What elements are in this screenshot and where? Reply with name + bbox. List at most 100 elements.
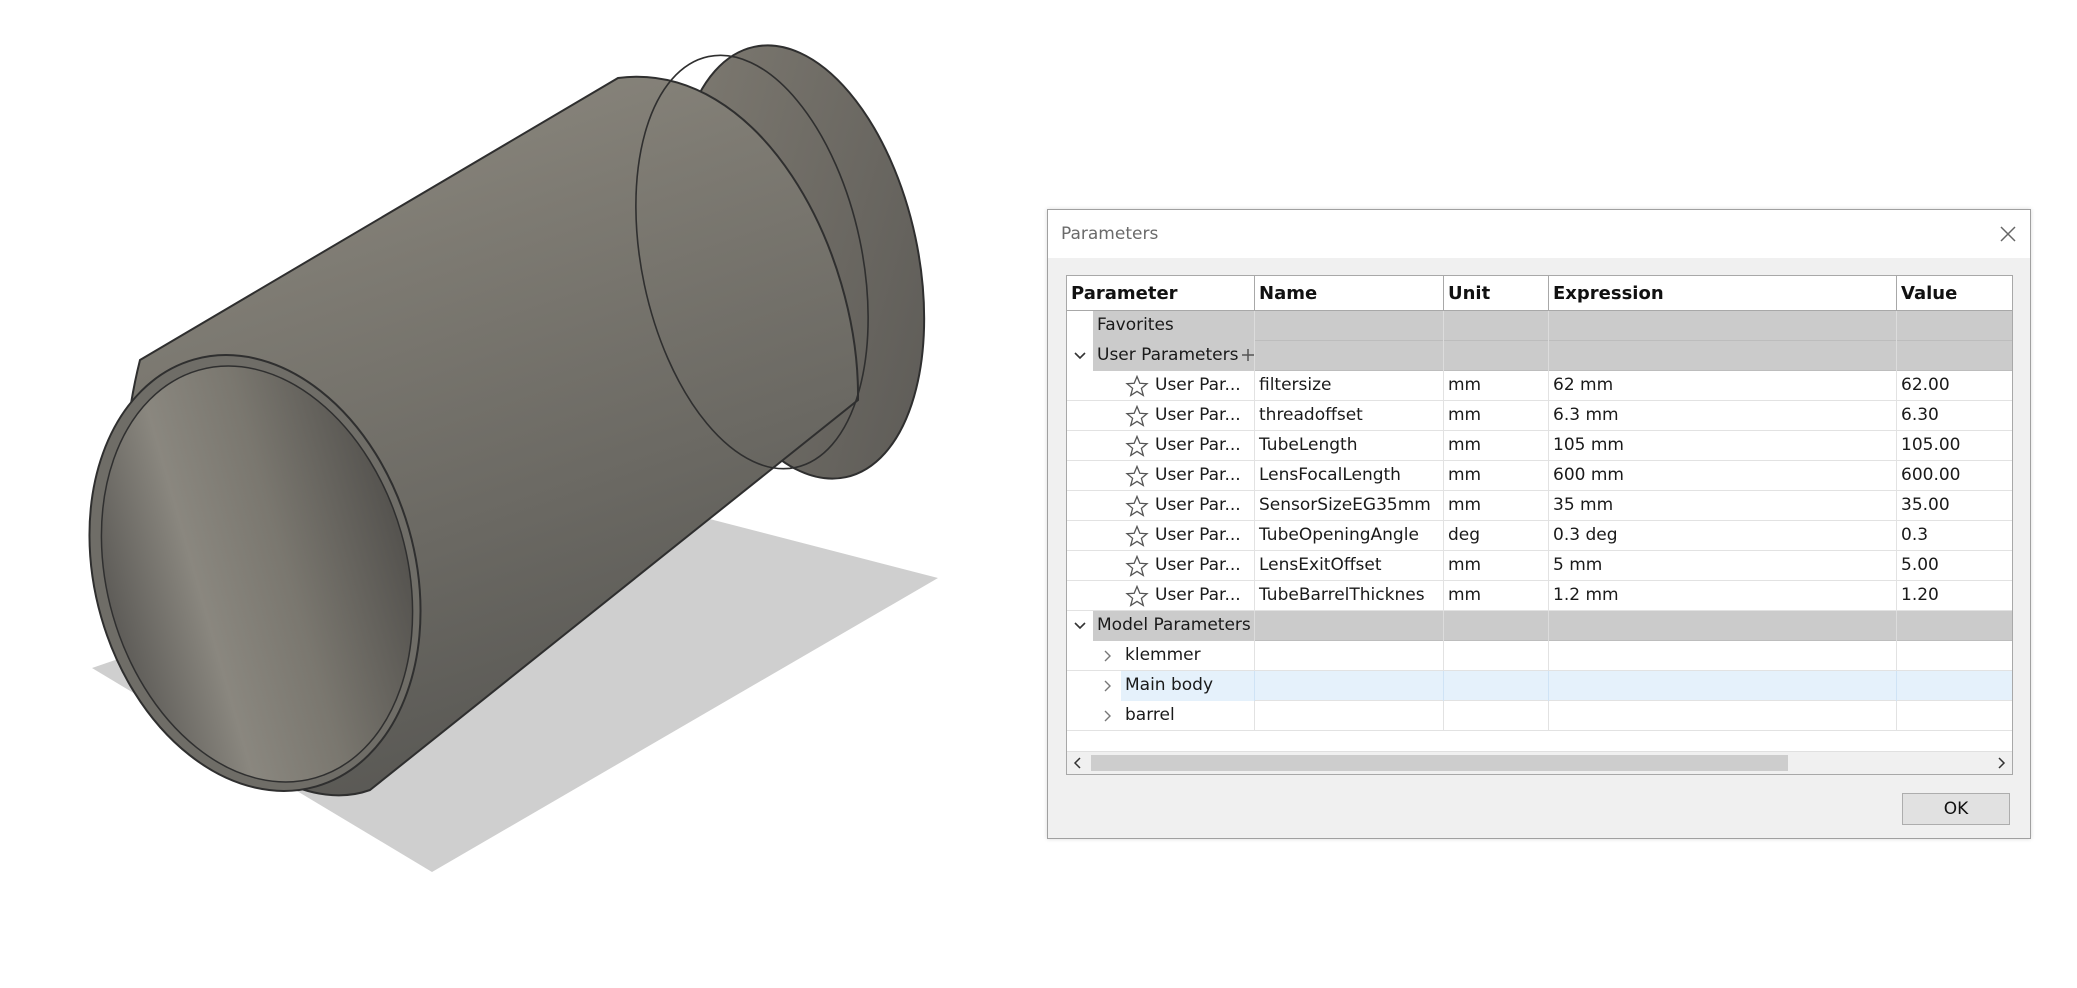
expand-toggle[interactable]	[1097, 701, 1117, 731]
param-expression[interactable]: 6.3 mm	[1549, 401, 1897, 431]
group-user-parameters[interactable]: User Parameters	[1067, 341, 2012, 371]
param-expression[interactable]: 1.2 mm	[1549, 581, 1897, 611]
param-name[interactable]: threadoffset	[1255, 401, 1444, 431]
star-outline-icon[interactable]	[1125, 435, 1149, 457]
param-name[interactable]: SensorSizeEG35mm	[1255, 491, 1444, 521]
param-unit[interactable]: deg	[1444, 521, 1549, 551]
group-favorites[interactable]: Favorites	[1067, 311, 2012, 341]
header-value[interactable]: Value	[1897, 276, 2012, 311]
plus-icon[interactable]	[1240, 347, 1255, 363]
table-row[interactable]: User Par... TubeLength mm 105 mm 105.00	[1067, 431, 2012, 461]
horizontal-scrollbar[interactable]	[1067, 751, 2012, 774]
param-source: User Par...	[1155, 375, 1241, 395]
chevron-right-icon	[1104, 710, 1111, 722]
chevron-right-icon	[1104, 650, 1111, 662]
scroll-left-button[interactable]	[1067, 752, 1089, 774]
table-header: Parameter Name Unit Expression Value	[1067, 276, 2012, 311]
param-value: 600.00	[1901, 465, 1961, 485]
dialog-title: Parameters	[1061, 224, 1159, 244]
param-value: 0.3	[1901, 525, 1929, 545]
header-unit[interactable]: Unit	[1444, 276, 1549, 311]
header-expression[interactable]: Expression	[1549, 276, 1897, 311]
param-value: 105.00	[1901, 435, 1961, 455]
param-source: User Par...	[1155, 465, 1241, 485]
param-expression[interactable]: 0.3 deg	[1549, 521, 1897, 551]
scroll-right-button[interactable]	[1990, 752, 2012, 774]
param-name[interactable]: TubeBarrelThicknes	[1255, 581, 1444, 611]
param-unit[interactable]: mm	[1444, 551, 1549, 581]
param-value: 6.30	[1901, 405, 1939, 425]
param-expression[interactable]: 105 mm	[1549, 431, 1897, 461]
param-value: 35.00	[1901, 495, 1950, 515]
param-name[interactable]: TubeLength	[1255, 431, 1444, 461]
star-outline-icon[interactable]	[1125, 405, 1149, 427]
scrollbar-thumb[interactable]	[1091, 755, 1788, 771]
group-model-parameters[interactable]: Model Parameters	[1067, 611, 2012, 641]
group-user-label: User Parameters	[1097, 345, 1239, 365]
param-source: User Par...	[1155, 585, 1241, 605]
table-row[interactable]: User Par... LensExitOffset mm 5 mm 5.00	[1067, 551, 2012, 581]
param-unit[interactable]: mm	[1444, 461, 1549, 491]
star-outline-icon[interactable]	[1125, 525, 1149, 547]
param-expression[interactable]: 62 mm	[1549, 371, 1897, 401]
param-unit[interactable]: mm	[1444, 581, 1549, 611]
expand-toggle[interactable]	[1097, 671, 1117, 701]
table-row[interactable]: User Par... SensorSizeEG35mm mm 35 mm 35…	[1067, 491, 2012, 521]
header-name[interactable]: Name	[1255, 276, 1444, 311]
chevron-right-icon	[1104, 680, 1111, 692]
chevron-down-icon	[1074, 622, 1086, 630]
param-name[interactable]: filtersize	[1255, 371, 1444, 401]
param-name[interactable]: TubeOpeningAngle	[1255, 521, 1444, 551]
table-row[interactable]: User Par... LensFocalLength mm 600 mm 60…	[1067, 461, 2012, 491]
star-outline-icon[interactable]	[1125, 375, 1149, 397]
model-label: klemmer	[1125, 645, 1201, 665]
param-unit[interactable]: mm	[1444, 431, 1549, 461]
group-model-label: Model Parameters	[1093, 611, 1255, 641]
expand-toggle[interactable]	[1070, 341, 1090, 371]
close-icon	[2000, 226, 2016, 242]
table-row[interactable]: User Par... TubeBarrelThicknes mm 1.2 mm…	[1067, 581, 2012, 611]
param-unit[interactable]: mm	[1444, 491, 1549, 521]
param-expression[interactable]: 35 mm	[1549, 491, 1897, 521]
param-source: User Par...	[1155, 555, 1241, 575]
param-unit[interactable]: mm	[1444, 371, 1549, 401]
header-parameter[interactable]: Parameter	[1067, 276, 1255, 311]
param-name[interactable]: LensExitOffset	[1255, 551, 1444, 581]
model-row-klemmer[interactable]: klemmer	[1067, 641, 2012, 671]
star-outline-icon[interactable]	[1125, 495, 1149, 517]
expand-toggle[interactable]	[1097, 641, 1117, 671]
table-row[interactable]: User Par... threadoffset mm 6.3 mm 6.30	[1067, 401, 2012, 431]
param-expression[interactable]: 600 mm	[1549, 461, 1897, 491]
tube-model[interactable]	[0, 0, 1040, 988]
param-source: User Par...	[1155, 405, 1241, 425]
param-expression[interactable]: 5 mm	[1549, 551, 1897, 581]
model-label: Main body	[1121, 671, 1254, 701]
star-outline-icon[interactable]	[1125, 555, 1149, 577]
param-value: 5.00	[1901, 555, 1939, 575]
chevron-right-icon	[1998, 757, 2006, 769]
model-label: barrel	[1125, 705, 1175, 725]
param-name[interactable]: LensFocalLength	[1255, 461, 1444, 491]
model-row-barrel[interactable]: barrel	[1067, 701, 2012, 731]
table-row[interactable]: User Par... filtersize mm 62 mm 62.00	[1067, 371, 2012, 401]
parameters-dialog: Parameters Parameter Name Unit Expressio…	[1047, 209, 2031, 839]
param-unit[interactable]: mm	[1444, 401, 1549, 431]
param-source: User Par...	[1155, 435, 1241, 455]
chevron-down-icon	[1074, 352, 1086, 360]
dialog-titlebar: Parameters	[1048, 210, 2030, 258]
3d-viewport[interactable]	[0, 0, 1040, 988]
expand-toggle[interactable]	[1070, 611, 1090, 641]
param-value: 1.20	[1901, 585, 1939, 605]
star-outline-icon[interactable]	[1125, 585, 1149, 607]
param-source: User Par...	[1155, 525, 1241, 545]
param-source: User Par...	[1155, 495, 1241, 515]
parameters-table[interactable]: Parameter Name Unit Expression Value Fav…	[1066, 275, 2013, 775]
model-row-main-body[interactable]: Main body	[1067, 671, 2012, 701]
group-favorites-label: Favorites	[1093, 311, 1255, 341]
table-row[interactable]: User Par... TubeOpeningAngle deg 0.3 deg…	[1067, 521, 2012, 551]
ok-button[interactable]: OK	[1902, 793, 2010, 825]
chevron-left-icon	[1073, 757, 1081, 769]
param-value: 62.00	[1901, 375, 1950, 395]
star-outline-icon[interactable]	[1125, 465, 1149, 487]
close-button[interactable]	[1994, 220, 2022, 248]
